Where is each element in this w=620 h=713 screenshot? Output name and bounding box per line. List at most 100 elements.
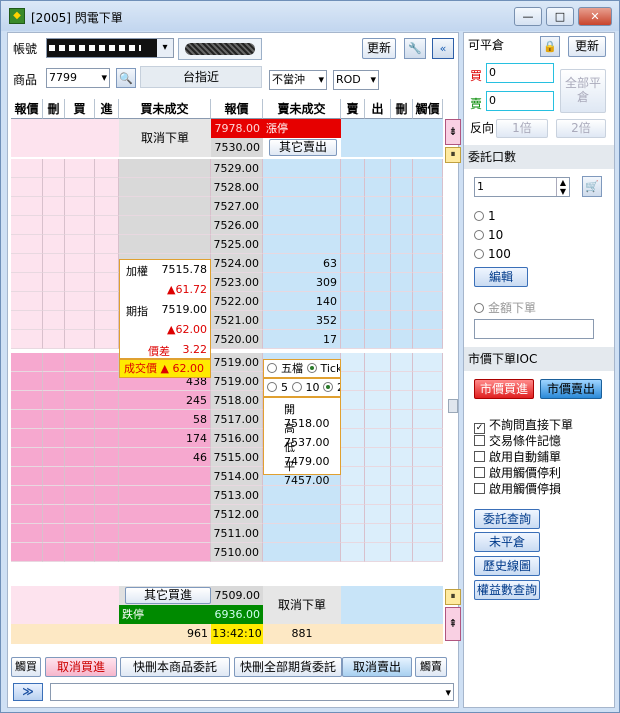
ladder-cell[interactable] <box>365 467 391 486</box>
ladder-cell[interactable] <box>11 467 43 486</box>
sell-pending-qty[interactable] <box>263 235 341 254</box>
ladder-cell[interactable] <box>65 292 95 311</box>
ladder-cell[interactable] <box>43 273 65 292</box>
collapse-icon[interactable]: « <box>432 38 454 59</box>
ladder-cell[interactable] <box>11 197 43 216</box>
tick-count-radios[interactable]: 5 10 20 <box>263 378 341 397</box>
buy-pending-qty[interactable] <box>119 197 211 216</box>
radio-five-levels[interactable] <box>267 363 277 373</box>
sell-closable-qty[interactable]: 0 <box>486 91 554 111</box>
ladder-cell[interactable] <box>341 197 365 216</box>
cancel-sell-orders-button[interactable]: 取消下單 <box>263 586 341 624</box>
product-code-select[interactable]: 7799 <box>46 68 110 88</box>
check-touch-stop-loss[interactable]: 啟用觸價停損 <box>474 480 561 497</box>
ladder-cell[interactable] <box>11 486 43 505</box>
pause-bottom-icon[interactable]: ⏸ <box>445 589 461 605</box>
ladder-cell[interactable] <box>11 543 43 562</box>
market-sell-button[interactable]: 市價賣出 <box>540 379 602 399</box>
ladder-cell[interactable] <box>341 467 365 486</box>
ladder-cell[interactable] <box>95 292 119 311</box>
radio-20[interactable] <box>323 382 333 392</box>
buy-pending-qty[interactable] <box>119 524 211 543</box>
ladder-cell[interactable] <box>365 159 391 178</box>
ladder-cell[interactable] <box>391 467 413 486</box>
ladder-cell[interactable] <box>11 391 43 410</box>
ladder-cell[interactable] <box>341 410 365 429</box>
message-select[interactable] <box>50 683 454 701</box>
ladder-cell[interactable] <box>65 235 95 254</box>
ladder-cell[interactable] <box>95 486 119 505</box>
ladder-cell[interactable] <box>95 543 119 562</box>
ladder-cell[interactable] <box>391 311 413 330</box>
ladder-cell[interactable] <box>95 159 119 178</box>
ladder-cell[interactable] <box>341 505 365 524</box>
buy-pending-qty[interactable]: 245 <box>119 391 211 410</box>
ladder-cell[interactable] <box>95 311 119 330</box>
ladder-cell[interactable] <box>391 197 413 216</box>
ladder-cell[interactable] <box>95 410 119 429</box>
ladder-cell[interactable] <box>413 235 443 254</box>
ladder-cell[interactable] <box>391 505 413 524</box>
ladder-cell[interactable] <box>65 505 95 524</box>
check-auto-lay-orders[interactable]: 啟用自動鋪單 <box>474 448 561 465</box>
ladder-cell[interactable] <box>413 448 443 467</box>
ladder-cell[interactable] <box>11 273 43 292</box>
qty-radio-10[interactable]: 10 <box>474 228 503 242</box>
ladder-cell[interactable] <box>413 429 443 448</box>
amount-input[interactable] <box>474 319 594 339</box>
lock-icon[interactable]: 🔒 <box>540 36 560 57</box>
ladder-cell[interactable] <box>391 486 413 505</box>
ladder-cell[interactable] <box>65 273 95 292</box>
ladder-cell[interactable] <box>43 311 65 330</box>
sell-pending-qty[interactable] <box>263 216 341 235</box>
sell-pending-qty[interactable]: 17 <box>263 330 341 349</box>
ladder-cell[interactable] <box>413 467 443 486</box>
ladder-cell[interactable] <box>365 505 391 524</box>
ladder-cell[interactable] <box>65 391 95 410</box>
ladder-cell[interactable] <box>413 159 443 178</box>
equity-query-button[interactable]: 權益數查詢 <box>474 580 540 600</box>
ladder-cell[interactable] <box>413 524 443 543</box>
ladder-cell[interactable] <box>413 486 443 505</box>
sell-pending-qty[interactable]: 63 <box>263 254 341 273</box>
ladder-cell[interactable] <box>341 486 365 505</box>
ladder-cell[interactable] <box>11 178 43 197</box>
ladder-cell[interactable] <box>11 410 43 429</box>
account-select[interactable]: ▾ <box>46 38 174 58</box>
scroll-to-bottom-icon[interactable]: ⇞ <box>445 607 461 641</box>
ladder-cell[interactable] <box>11 254 43 273</box>
ladder-cell[interactable] <box>65 330 95 349</box>
ladder-cell[interactable] <box>341 254 365 273</box>
ladder-cell[interactable] <box>365 292 391 311</box>
ladder-cell[interactable] <box>365 524 391 543</box>
ladder-scrollbar-thumb[interactable] <box>448 399 458 413</box>
ladder-cell[interactable] <box>413 292 443 311</box>
sell-pending-qty[interactable]: 309 <box>263 273 341 292</box>
depth-mode-radios[interactable]: 五檔 Tick <box>263 359 341 378</box>
ladder-cell[interactable] <box>391 254 413 273</box>
buy-closable-qty[interactable]: 0 <box>486 63 554 83</box>
ladder-cell[interactable] <box>391 429 413 448</box>
close-all-button[interactable]: 全部平倉 <box>560 69 606 113</box>
ladder-cell[interactable] <box>365 235 391 254</box>
quick-cancel-product-button[interactable]: 快刪本商品委託 <box>120 657 230 677</box>
ladder-cell[interactable] <box>11 292 43 311</box>
ladder-cell[interactable] <box>391 524 413 543</box>
sell-pending-qty[interactable] <box>263 543 341 562</box>
ladder-cell[interactable] <box>95 178 119 197</box>
ladder-cell[interactable] <box>43 197 65 216</box>
ladder-cell[interactable] <box>365 410 391 429</box>
ladder-cell[interactable] <box>341 292 365 311</box>
ladder-cell[interactable] <box>365 448 391 467</box>
touch-sell-button[interactable]: 觸賣 <box>415 657 447 677</box>
ladder-cell[interactable] <box>413 178 443 197</box>
ladder-cell[interactable] <box>43 235 65 254</box>
expand-down-icon[interactable]: ≫ <box>13 683 43 701</box>
ladder-cell[interactable] <box>43 505 65 524</box>
ladder-cell[interactable] <box>95 254 119 273</box>
ladder-cell[interactable] <box>95 330 119 349</box>
ladder-cell[interactable] <box>391 216 413 235</box>
sell-pending-qty[interactable] <box>263 486 341 505</box>
ladder-cell[interactable] <box>65 311 95 330</box>
radio-10[interactable] <box>291 382 302 392</box>
